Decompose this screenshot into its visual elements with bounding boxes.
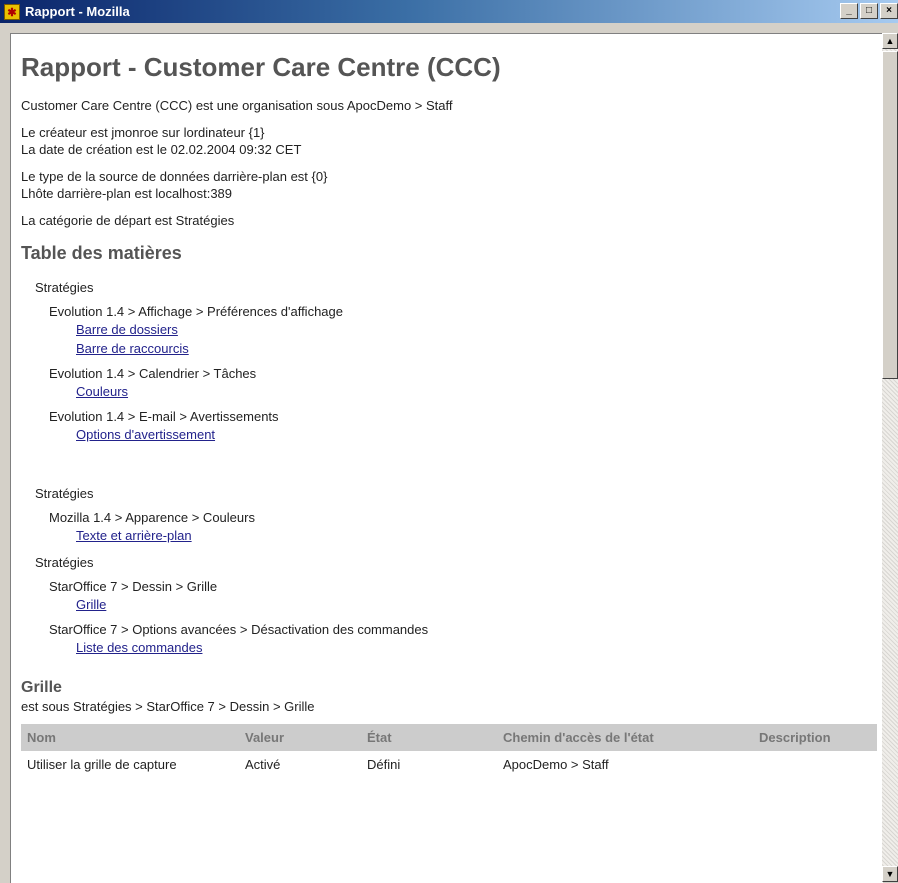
cell-description	[753, 751, 877, 778]
toc-item: Mozilla 1.4 > Apparence > Couleurs Texte…	[49, 509, 871, 545]
category-line: La catégorie de départ est Stratégies	[21, 213, 235, 228]
toc-item-path: StarOffice 7 > Options avancées > Désact…	[49, 622, 429, 637]
date-line: La date de création est le 02.02.2004 09…	[21, 142, 302, 157]
section-path: est sous Stratégies > StarOffice 7 > Des…	[21, 699, 315, 714]
document-viewport: Rapport - Customer Care Centre (CCC) Cus…	[10, 33, 883, 883]
creator-info: Le créateur est jmonroe sur lordinateur …	[21, 124, 871, 158]
toc-link[interactable]: Barre de raccourcis	[76, 339, 871, 358]
maximize-button[interactable]: □	[860, 3, 878, 19]
table-header-row: Nom Valeur État Chemin d'accès de l'état…	[21, 724, 877, 751]
toc-item-path: Evolution 1.4 > E-mail > Avertissements	[49, 409, 279, 424]
toc-link[interactable]: Barre de dossiers	[76, 320, 871, 339]
toc-link[interactable]: Couleurs	[76, 382, 871, 401]
column-header-state-path: Chemin d'accès de l'état	[497, 724, 753, 751]
creator-line: Le créateur est jmonroe sur lordinateur …	[21, 125, 265, 140]
table-row: Utiliser la grille de capture Activé Déf…	[21, 751, 877, 778]
toc-item-path: StarOffice 7 > Dessin > Grille	[49, 579, 218, 594]
toc-item-path: Mozilla 1.4 > Apparence > Couleurs	[49, 510, 255, 525]
cell-state-path: ApocDemo > Staff	[503, 757, 609, 772]
settings-table: Nom Valeur État Chemin d'accès de l'état…	[21, 724, 877, 778]
toc-item: StarOffice 7 > Options avancées > Désact…	[49, 621, 871, 657]
minimize-button[interactable]: _	[840, 3, 858, 19]
backend-info: Le type de la source de données darrière…	[21, 168, 871, 202]
toc-group-title: Stratégies	[35, 555, 94, 570]
source-type-line: Le type de la source de données darrière…	[21, 169, 328, 184]
toc-item: StarOffice 7 > Dessin > Grille Grille	[49, 578, 871, 614]
cell-name: Utiliser la grille de capture	[27, 757, 177, 772]
toc-heading: Table des matières	[21, 243, 182, 263]
toc-link[interactable]: Options d'avertissement	[76, 425, 871, 444]
org-line: Customer Care Centre (CCC) est une organ…	[21, 98, 453, 113]
column-header-value: Valeur	[239, 724, 361, 751]
vertical-scrollbar[interactable]: ▲ ▼	[882, 33, 898, 882]
window-title: Rapport - Mozilla	[25, 4, 130, 19]
column-header-description: Description	[753, 724, 877, 751]
window-controls: _ □ ×	[838, 3, 898, 20]
page-title: Rapport - Customer Care Centre (CCC)	[21, 52, 501, 82]
toc-item: Evolution 1.4 > Affichage > Préférences …	[49, 303, 871, 358]
toc-group: Stratégies StarOffice 7 > Dessin > Grill…	[35, 555, 871, 657]
title-bar: ✱ Rapport - Mozilla _ □ ×	[0, 0, 898, 23]
scroll-down-button[interactable]: ▼	[882, 866, 898, 882]
section-heading: Grille	[21, 679, 62, 696]
toc-item: Evolution 1.4 > Calendrier > Tâches Coul…	[49, 365, 871, 401]
toc-link[interactable]: Texte et arrière-plan	[76, 526, 871, 545]
toc-group: Stratégies Mozilla 1.4 > Apparence > Cou…	[35, 486, 871, 545]
toc-link[interactable]: Grille	[76, 595, 871, 614]
host-line: Lhôte darrière-plan est localhost:389	[21, 186, 233, 201]
toc-item-path: Evolution 1.4 > Calendrier > Tâches	[49, 366, 257, 381]
close-button[interactable]: ×	[880, 3, 898, 19]
cell-state: Défini	[367, 757, 401, 772]
cell-value: Activé	[245, 757, 281, 772]
column-header-state: État	[361, 724, 497, 751]
toc-item-path: Evolution 1.4 > Affichage > Préférences …	[49, 304, 343, 319]
toc-group: Stratégies Evolution 1.4 > Affichage > P…	[35, 280, 871, 444]
column-header-name: Nom	[21, 724, 239, 751]
scroll-up-button[interactable]: ▲	[882, 33, 898, 49]
toc-link[interactable]: Liste des commandes	[76, 638, 871, 657]
toc-group-title: Stratégies	[35, 280, 94, 295]
toc-group-title: Stratégies	[35, 486, 94, 501]
toc-item: Evolution 1.4 > E-mail > Avertissements …	[49, 408, 871, 444]
app-icon: ✱	[4, 4, 20, 20]
report-content: Rapport - Customer Care Centre (CCC) Cus…	[21, 52, 877, 778]
scroll-thumb[interactable]	[882, 51, 898, 379]
